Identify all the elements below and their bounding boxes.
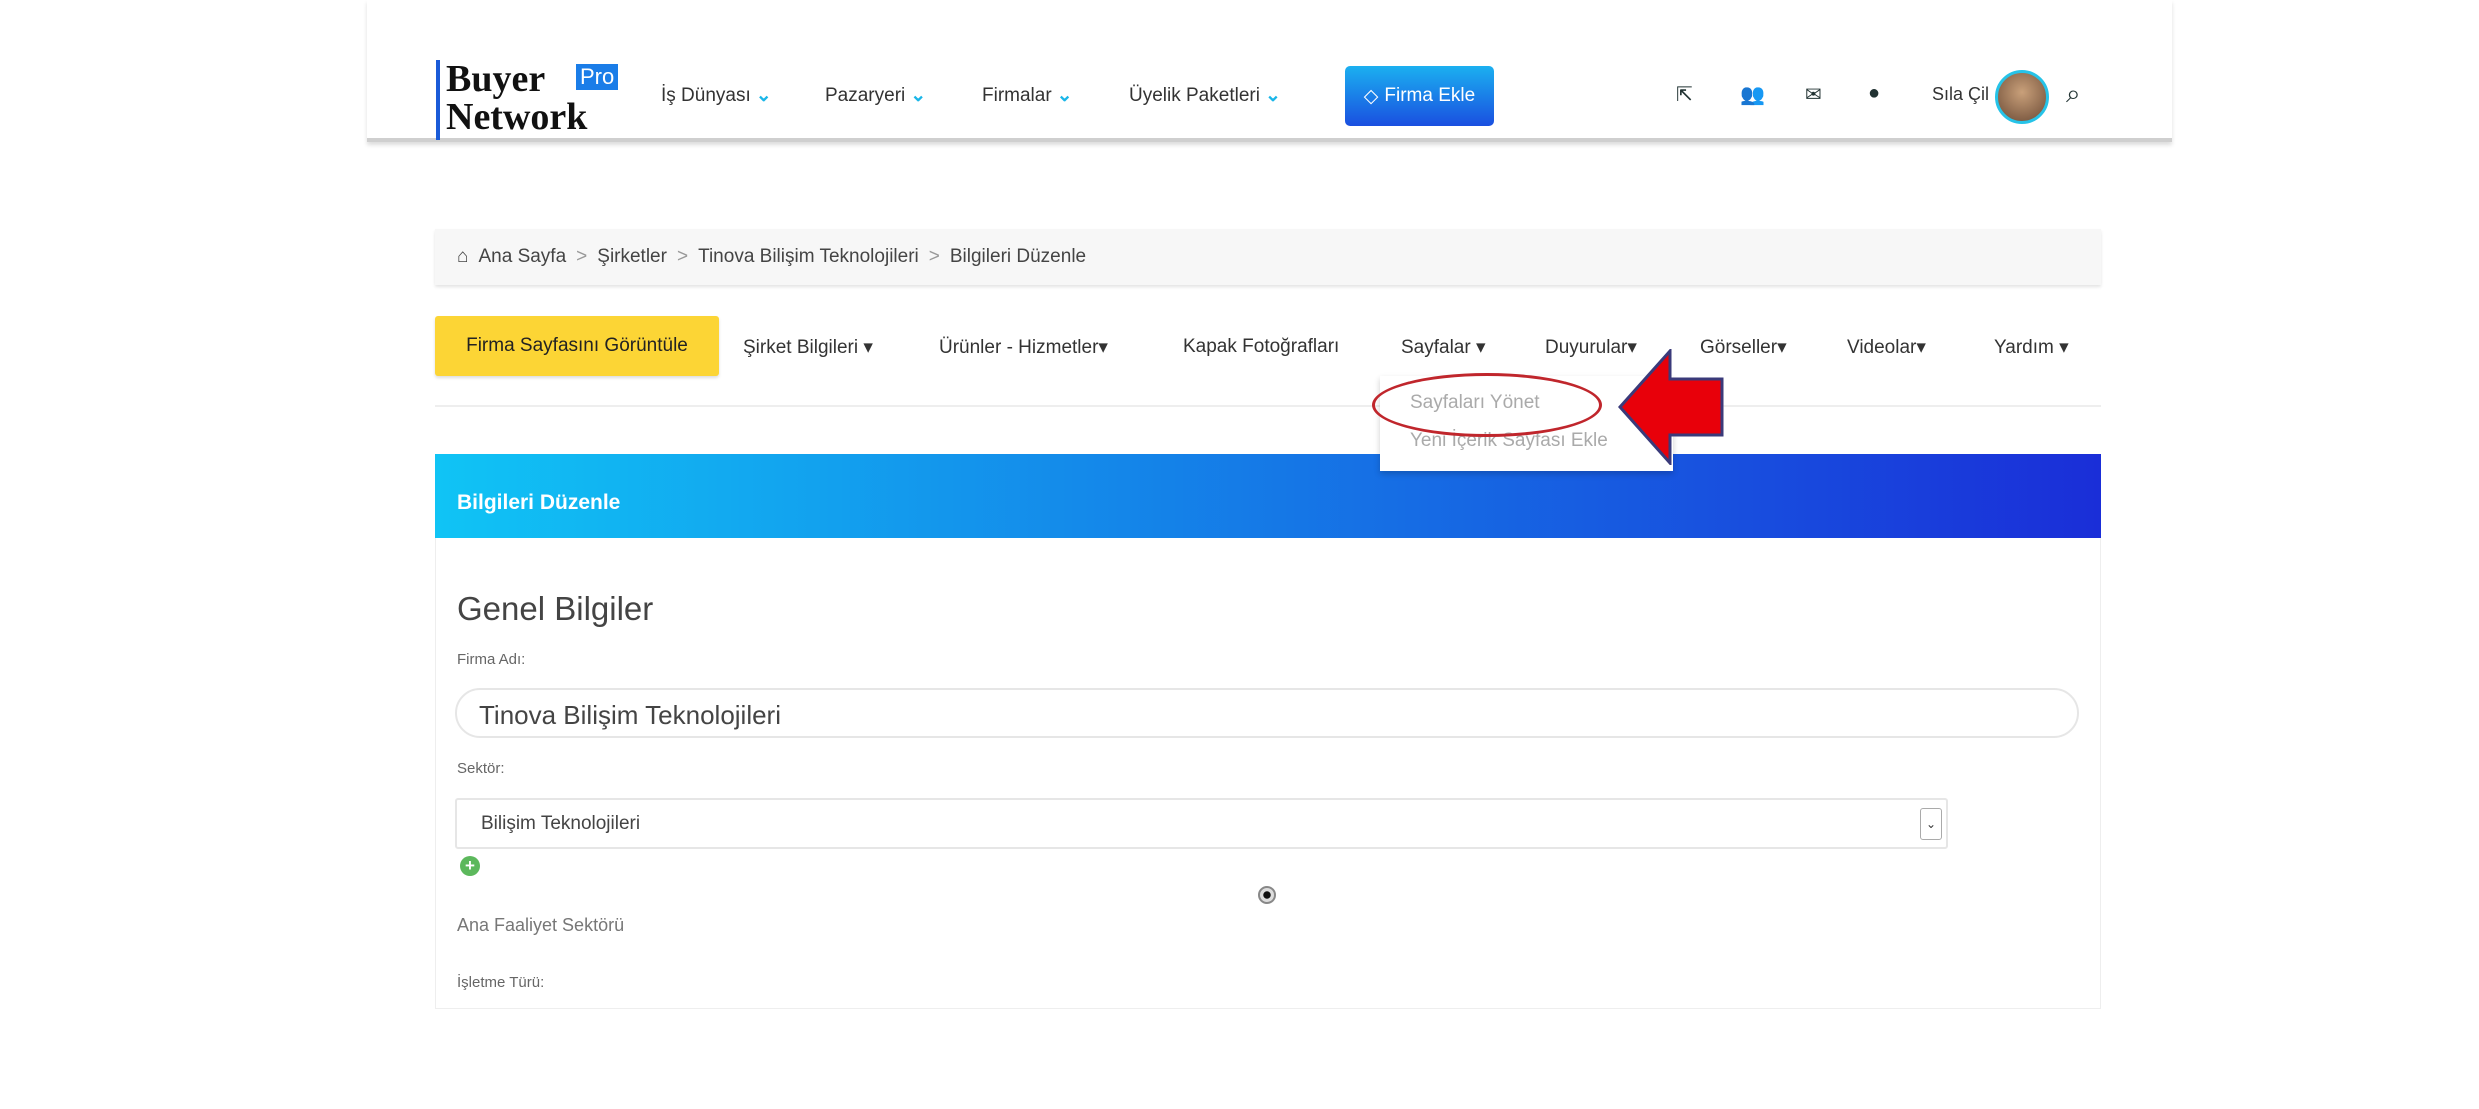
chevron-down-icon: ⌄ — [1920, 808, 1942, 840]
chevron-down-icon: ⌄ — [1056, 85, 1073, 106]
nav-is-dunyasi[interactable]: İş Dünyası ⌄ — [661, 84, 772, 107]
sektor-value: Bilişim Teknolojileri — [481, 813, 641, 834]
tab-sirket-bilgileri[interactable]: Şirket Bilgileri ▾ — [743, 336, 873, 359]
radio-button[interactable] — [1258, 886, 1276, 904]
add-sector-icon[interactable]: + — [460, 856, 480, 876]
external-link-icon[interactable]: ⇱ — [1676, 82, 1693, 107]
tab-urunler-hizmetler[interactable]: Ürünler - Hizmetler▾ — [939, 336, 1108, 359]
nav-label: Üyelik Paketleri — [1129, 85, 1260, 106]
top-header — [367, 0, 2172, 142]
chevron-down-icon: ⌄ — [755, 85, 772, 106]
users-icon[interactable]: 👥 — [1740, 82, 1765, 107]
breadcrumb-company[interactable]: Tinova Bilişim Teknolojileri — [698, 246, 919, 268]
sektor-label: Sektör: — [457, 760, 505, 777]
highlight-ellipse — [1372, 373, 1602, 437]
globe-icon[interactable]: ● — [1868, 82, 1880, 105]
breadcrumb: ⌂ Ana Sayfa > Şirketler > Tinova Bilişim T… — [435, 229, 2101, 285]
firma-adi-input[interactable]: Tinova Bilişim Teknolojileri — [455, 688, 2079, 738]
tab-videolar[interactable]: Videolar▾ — [1847, 336, 1926, 359]
user-name[interactable]: Sıla Çil — [1932, 84, 1989, 105]
ana-faaliyet-label: Ana Faaliyet Sektörü — [457, 915, 625, 935]
nav-firmalar[interactable]: Firmalar ⌄ — [982, 84, 1073, 107]
breadcrumb-home[interactable]: Ana Sayfa — [478, 246, 566, 268]
envelope-icon[interactable]: ✉ — [1805, 82, 1822, 107]
firma-sayfasini-goruntule-button[interactable]: Firma Sayfasını Görüntüle — [435, 316, 719, 376]
nav-uyelik-paketleri[interactable]: Üyelik Paketleri ⌄ — [1129, 84, 1281, 107]
breadcrumb-separator: > — [928, 246, 940, 267]
search-icon[interactable]: ⌕ — [2066, 78, 2081, 110]
panel-title: Bilgileri Düzenle — [435, 454, 2101, 538]
firma-ekle-button[interactable]: ◇ Firma Ekle — [1345, 66, 1494, 126]
nav-pazaryeri[interactable]: Pazaryeri ⌄ — [825, 84, 926, 107]
tab-yardim[interactable]: Yardım ▾ — [1994, 336, 2069, 359]
breadcrumb-sirketler[interactable]: Şirketler — [597, 246, 667, 268]
sektor-select[interactable]: Bilişim Teknolojileri ⌄ — [455, 798, 1948, 849]
nav-label: Firmalar — [982, 85, 1052, 106]
chevron-down-icon: ⌄ — [1264, 85, 1281, 106]
breadcrumb-current: Bilgileri Düzenle — [949, 246, 1087, 267]
logo-badge: Pro — [576, 64, 619, 90]
breadcrumb-separator: > — [576, 246, 588, 267]
chevron-down-icon: ⌄ — [910, 85, 927, 106]
home-icon: ⌂ — [457, 246, 469, 267]
tab-sayfalar[interactable]: Sayfalar ▾ — [1401, 336, 1486, 359]
section-title: Genel Bilgiler — [457, 590, 654, 627]
isletme-turu-label: İşletme Türü: — [457, 974, 545, 991]
avatar[interactable] — [1995, 70, 2049, 124]
red-arrow-icon — [1618, 349, 1724, 465]
firma-ekle-label: Firma Ekle — [1384, 85, 1476, 106]
diamond-icon: ◇ — [1363, 85, 1379, 107]
logo-line2: Network — [446, 96, 588, 138]
firma-adi-label: Firma Adı: — [457, 651, 526, 668]
breadcrumb-separator: > — [676, 246, 689, 267]
tab-kapak-fotograflari[interactable]: Kapak Fotoğrafları — [1183, 336, 1339, 358]
nav-label: İş Dünyası — [661, 85, 751, 106]
nav-label: Pazaryeri — [825, 85, 906, 106]
divider — [435, 405, 2101, 407]
logo[interactable]: Buyer Network Pro — [436, 60, 626, 140]
